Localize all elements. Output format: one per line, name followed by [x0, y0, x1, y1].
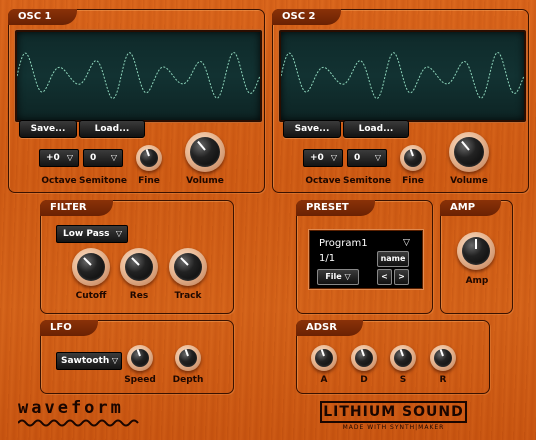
osc1-octave-value: +0	[46, 153, 60, 163]
osc2-title: OSC 2	[272, 9, 342, 25]
osc2-octave-dropdown[interactable]: +0 ▽	[303, 149, 343, 167]
osc2-volume-knob[interactable]	[449, 132, 489, 172]
filter-type-value: Low Pass	[63, 229, 110, 239]
lfo-wave-dropdown[interactable]: Sawtooth ▽	[56, 352, 122, 370]
osc2-semitone-dropdown[interactable]: 0 ▽	[347, 149, 387, 167]
chevron-down-icon: ▽	[66, 153, 73, 162]
osc2-fine-label: Fine	[402, 176, 424, 186]
preset-index: 1/1	[319, 253, 336, 264]
adsr-sustain-knob[interactable]	[390, 345, 416, 371]
amp-knob[interactable]	[457, 232, 495, 270]
osc1-waveform-icon	[17, 51, 260, 100]
lfo-panel: LFO Sawtooth ▽ Speed Depth	[40, 320, 234, 394]
filter-track-knob[interactable]	[169, 248, 207, 286]
chevron-down-icon: ▽	[374, 153, 381, 162]
osc2-panel: OSC 2 Save... Load... +0 ▽ 0 ▽ Octave Se…	[272, 9, 529, 193]
osc1-octave-dropdown[interactable]: +0 ▽	[39, 149, 79, 167]
osc2-waveform-icon	[281, 51, 524, 100]
adsr-decay-knob[interactable]	[351, 345, 377, 371]
lfo-depth-label: Depth	[172, 375, 204, 385]
osc1-volume-knob[interactable]	[185, 132, 225, 172]
osc1-load-button[interactable]: Load...	[79, 120, 145, 138]
osc1-title: OSC 1	[8, 9, 78, 25]
osc1-volume-label: Volume	[186, 176, 224, 186]
osc1-fine-knob[interactable]	[136, 145, 162, 171]
osc2-fine-knob[interactable]	[400, 145, 426, 171]
adsr-title: ADSR	[296, 320, 363, 336]
adsr-a-label: A	[320, 375, 328, 385]
osc2-semitone-label: Semitone	[342, 176, 392, 186]
chevron-down-icon: ▽	[330, 153, 337, 162]
filter-res-knob[interactable]	[120, 248, 158, 286]
lfo-speed-label: Speed	[124, 375, 156, 385]
osc2-load-button[interactable]: Load...	[343, 120, 409, 138]
filter-title: FILTER	[40, 200, 113, 216]
amp-title: AMP	[440, 200, 502, 216]
filter-type-dropdown[interactable]: Low Pass ▽	[56, 225, 128, 243]
chevron-down-icon: ▽	[110, 153, 117, 162]
amp-label: Amp	[465, 276, 489, 286]
osc1-semitone-value: 0	[90, 153, 97, 163]
lithium-sound-logo: LITHIUM SOUND	[320, 401, 467, 423]
osc1-waveform-display	[15, 30, 262, 122]
squiggle-wave-icon	[18, 419, 139, 427]
osc1-save-button[interactable]: Save...	[19, 120, 77, 138]
preset-name-button[interactable]: name	[377, 251, 409, 267]
preset-file-button[interactable]: File ▽	[317, 269, 359, 285]
osc2-waveform-display	[279, 30, 526, 122]
preset-screen: Program1 ▽ 1/1 name File ▽ < >	[309, 230, 423, 289]
chevron-down-icon[interactable]: ▽	[403, 238, 410, 248]
adsr-attack-knob[interactable]	[311, 345, 337, 371]
preset-panel: PRESET Program1 ▽ 1/1 name File ▽ < >	[296, 200, 433, 314]
adsr-s-label: S	[399, 375, 407, 385]
adsr-panel: ADSR A D S R	[296, 320, 490, 394]
amp-panel: AMP Amp	[440, 200, 513, 314]
osc2-octave-label: Octave	[305, 176, 341, 186]
filter-cutoff-label: Cutoff	[75, 291, 107, 301]
waveform-logo: waveform	[18, 398, 124, 418]
filter-res-label: Res	[129, 291, 149, 301]
made-with-synthmaker: MADE WITH SYNTH|MAKER	[342, 424, 445, 431]
filter-cutoff-knob[interactable]	[72, 248, 110, 286]
preset-program-name[interactable]: Program1	[319, 238, 368, 249]
filter-panel: FILTER Low Pass ▽ Cutoff Res Track	[40, 200, 234, 314]
osc1-semitone-dropdown[interactable]: 0 ▽	[83, 149, 123, 167]
adsr-r-label: R	[439, 375, 447, 385]
chevron-down-icon: ▽	[344, 272, 351, 281]
adsr-d-label: D	[360, 375, 368, 385]
lfo-speed-knob[interactable]	[127, 345, 153, 371]
osc1-fine-label: Fine	[138, 176, 160, 186]
chevron-down-icon: ▽	[111, 356, 118, 365]
osc2-save-button[interactable]: Save...	[283, 120, 341, 138]
preset-next-button[interactable]: >	[394, 269, 409, 285]
osc1-semitone-label: Semitone	[78, 176, 128, 186]
osc1-panel: OSC 1 Save... Load... +0 ▽ 0 ▽ Octave Se…	[8, 9, 265, 193]
preset-prev-button[interactable]: <	[377, 269, 392, 285]
filter-track-label: Track	[174, 291, 202, 301]
lfo-depth-knob[interactable]	[175, 345, 201, 371]
adsr-release-knob[interactable]	[430, 345, 456, 371]
preset-file-label: File	[325, 272, 342, 281]
preset-title: PRESET	[296, 200, 375, 216]
osc2-volume-label: Volume	[450, 176, 488, 186]
chevron-down-icon: ▽	[115, 229, 122, 238]
osc2-octave-value: +0	[310, 153, 324, 163]
lfo-title: LFO	[40, 320, 98, 336]
lfo-wave-value: Sawtooth	[61, 356, 110, 366]
osc1-octave-label: Octave	[41, 176, 77, 186]
osc2-semitone-value: 0	[354, 153, 361, 163]
